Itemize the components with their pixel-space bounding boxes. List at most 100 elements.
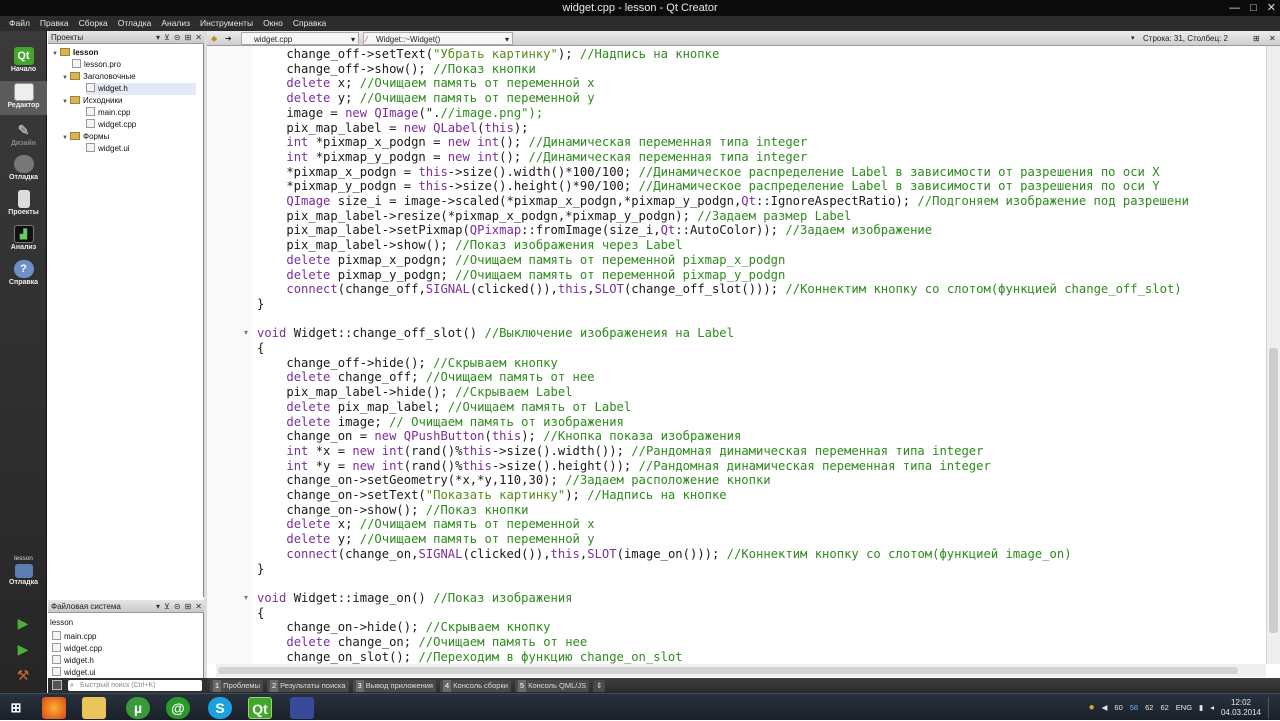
filter-icon[interactable]: ⊻ (164, 600, 170, 613)
code-line[interactable]: pix_map_label = new QLabel(this); (257, 121, 528, 136)
close-button[interactable]: ✕ (1267, 0, 1276, 16)
tree-item-sources[interactable]: ▼ Исходники (62, 95, 122, 107)
code-line[interactable]: pix_map_label->setPixmap(QPixmap::fromIm… (257, 223, 932, 238)
mode-analyze[interactable]: ▟ Анализ (0, 223, 47, 257)
clock[interactable]: 12:02 04.03.2014 (1221, 698, 1261, 718)
menu-analyze[interactable]: Анализ (156, 16, 195, 31)
code-line[interactable]: change_on->hide(); //Скрываем кнопку (257, 620, 550, 635)
tab-qml-console[interactable]: 5 Консоль QML/JS (514, 679, 590, 692)
scrollbar-thumb[interactable] (218, 667, 1238, 674)
cursor-position[interactable]: Строка: 31, Столбец: 2 (1143, 31, 1228, 46)
code-line[interactable]: delete change_off; //Очищаем память от н… (257, 370, 594, 385)
locator-input[interactable]: ⌕ Быстрый поиск (Ctrl+K) (68, 680, 202, 691)
code-line[interactable]: int *y = new int(rand()%this->size().hei… (257, 459, 990, 474)
qt-creator-icon[interactable]: Qt (248, 697, 272, 719)
language-indicator[interactable]: ENG (1176, 703, 1192, 712)
fold-marker-icon[interactable]: ▾ (244, 328, 248, 337)
horizontal-scrollbar[interactable] (216, 664, 1266, 677)
split-icon[interactable]: ⊞ (1253, 31, 1260, 46)
symbol-combo[interactable]: ⁄ Widget::~Widget() ▾ (363, 32, 513, 45)
mail-icon[interactable]: @ (166, 697, 190, 719)
close-icon[interactable]: ✕ (195, 31, 202, 44)
code-line[interactable]: change_on->setGeometry(*x,*y,110,30); //… (257, 473, 770, 488)
firefox-icon[interactable] (42, 697, 66, 719)
code-line[interactable]: delete change_on; //Очищаем память от не… (257, 635, 587, 650)
code-line[interactable]: pix_map_label->resize(*pixmap_x_podgn,*p… (257, 209, 851, 224)
code-line[interactable]: int *pixmap_y_podgn = new int(); //Динам… (257, 150, 807, 165)
code-line[interactable]: change_on_slot(); //Переходим в функцию … (257, 650, 682, 664)
code-line[interactable]: change_off->setText("Убрать картинку"); … (257, 47, 719, 62)
code-line[interactable]: connect(change_on,SIGNAL(clicked()),this… (257, 547, 1071, 562)
mode-welcome[interactable]: Qt Начало (0, 45, 47, 79)
show-desktop-button[interactable] (1268, 696, 1276, 719)
code-line[interactable]: void Widget::image_on() //Показ изображе… (257, 591, 573, 606)
code-line[interactable]: int *pixmap_x_podgn = new int(); //Динам… (257, 135, 807, 150)
filter-icon[interactable]: ⊻ (164, 31, 170, 44)
code-line[interactable]: *pixmap_x_podgn = this->size().width()*1… (257, 165, 1159, 180)
dropdown-icon[interactable]: ▾ (156, 600, 160, 613)
fs-path[interactable]: lesson (50, 617, 73, 629)
code-line[interactable]: delete y; //Очищаем память от переменной… (257, 532, 594, 547)
tab-search-results[interactable]: 2 Результаты поиска (266, 679, 349, 692)
explorer-icon[interactable] (82, 697, 106, 719)
fs-item-main-cpp[interactable]: main.cpp (52, 631, 96, 643)
code-line[interactable]: delete y; //Очищаем память от переменной… (257, 91, 594, 106)
code-line[interactable]: delete pixmap_y_podgn; //Очищаем память … (257, 268, 785, 283)
mode-design[interactable]: ✎ Дизайн (0, 119, 47, 153)
code-line[interactable]: } (257, 562, 264, 577)
code-line[interactable]: delete pixmap_x_podgn; //Очищаем память … (257, 253, 785, 268)
tree-item-widget-cpp[interactable]: widget.cpp (86, 119, 136, 131)
code-line[interactable]: change_on->show(); //Показ кнопки (257, 503, 528, 518)
app-icon[interactable] (290, 697, 314, 719)
mode-editor[interactable]: Редактор (0, 81, 47, 115)
sidebar-toggle-icon[interactable] (52, 680, 62, 690)
close-icon[interactable]: ✕ (1269, 31, 1276, 46)
fs-item-widget-cpp[interactable]: widget.cpp (52, 643, 102, 655)
close-icon[interactable]: ✕ (195, 600, 202, 613)
code-line[interactable]: image = new QImage(".//image.png"); (257, 106, 543, 121)
tree-item-lesson[interactable]: ▼ lesson (52, 47, 98, 59)
open-documents-combo[interactable]: widget.cpp ▾ (241, 32, 359, 45)
skype-icon[interactable]: S (208, 697, 232, 719)
minimize-button[interactable]: — (1229, 0, 1240, 16)
code-line[interactable]: void Widget::change_off_slot() //Выключе… (257, 326, 734, 341)
nav-forward-icon[interactable]: ➔ (225, 31, 232, 46)
code-line[interactable]: connect(change_off,SIGNAL(clicked()),thi… (257, 282, 1181, 297)
tree-item-forms[interactable]: ▼ Формы (62, 131, 109, 143)
tree-item-headers[interactable]: ▼ Заголовочные (62, 71, 136, 83)
code-line[interactable]: delete pix_map_label; //Очищаем память о… (257, 400, 631, 415)
kit-selector[interactable]: lesson Отладка (0, 555, 47, 599)
menu-build[interactable]: Сборка (74, 16, 113, 31)
code-line[interactable]: delete x; //Очищаем память от переменной… (257, 517, 594, 532)
nav-back-icon[interactable]: ◆ (211, 31, 217, 46)
tray-app-icon[interactable]: ● (1089, 702, 1095, 713)
tree-item-main-cpp[interactable]: main.cpp (86, 107, 130, 119)
tree-item-widget-ui[interactable]: widget.ui (86, 143, 130, 155)
code-line[interactable]: pix_map_label->show(); //Показ изображен… (257, 238, 682, 253)
code-editor[interactable]: change_off->setText("Убрать картинку"); … (207, 46, 1271, 664)
menu-help[interactable]: Справка (288, 16, 331, 31)
run-icon[interactable]: ▶ (14, 615, 32, 631)
split-icon[interactable]: ⊞ (185, 31, 192, 44)
split-icon[interactable]: ⊞ (185, 600, 192, 613)
tab-issues[interactable]: 1 Проблемы (210, 679, 263, 692)
mode-debug[interactable]: Отладка (0, 153, 47, 187)
tab-compile-output[interactable]: 4 Консоль сборки (440, 679, 511, 692)
code-line[interactable]: pix_map_label->hide(); //Скрываем Label (257, 385, 572, 400)
code-line[interactable]: { (257, 341, 264, 356)
menu-edit[interactable]: Правка (35, 16, 74, 31)
tray-arrow-icon[interactable]: ◀ (1102, 703, 1108, 712)
tab-application-output[interactable]: 3 Вывод приложения (352, 679, 436, 692)
dropdown-icon[interactable]: ▾ (156, 31, 160, 44)
fold-marker-icon[interactable]: ▾ (244, 593, 248, 602)
link-icon[interactable]: ⊝ (174, 600, 181, 613)
volume-icon[interactable]: ◂ (1210, 703, 1214, 712)
menu-window[interactable]: Окно (258, 16, 288, 31)
code-line[interactable]: } (257, 297, 264, 312)
tree-item-lesson-pro[interactable]: lesson.pro (72, 59, 121, 71)
code-line[interactable]: delete x; //Очищаем память от переменной… (257, 76, 594, 91)
tree-item-widget-h[interactable]: widget.h (86, 83, 196, 95)
vertical-scrollbar[interactable] (1266, 46, 1280, 664)
chevron-down-icon[interactable]: ▾ (1131, 31, 1135, 46)
code-line[interactable]: { (257, 606, 264, 621)
